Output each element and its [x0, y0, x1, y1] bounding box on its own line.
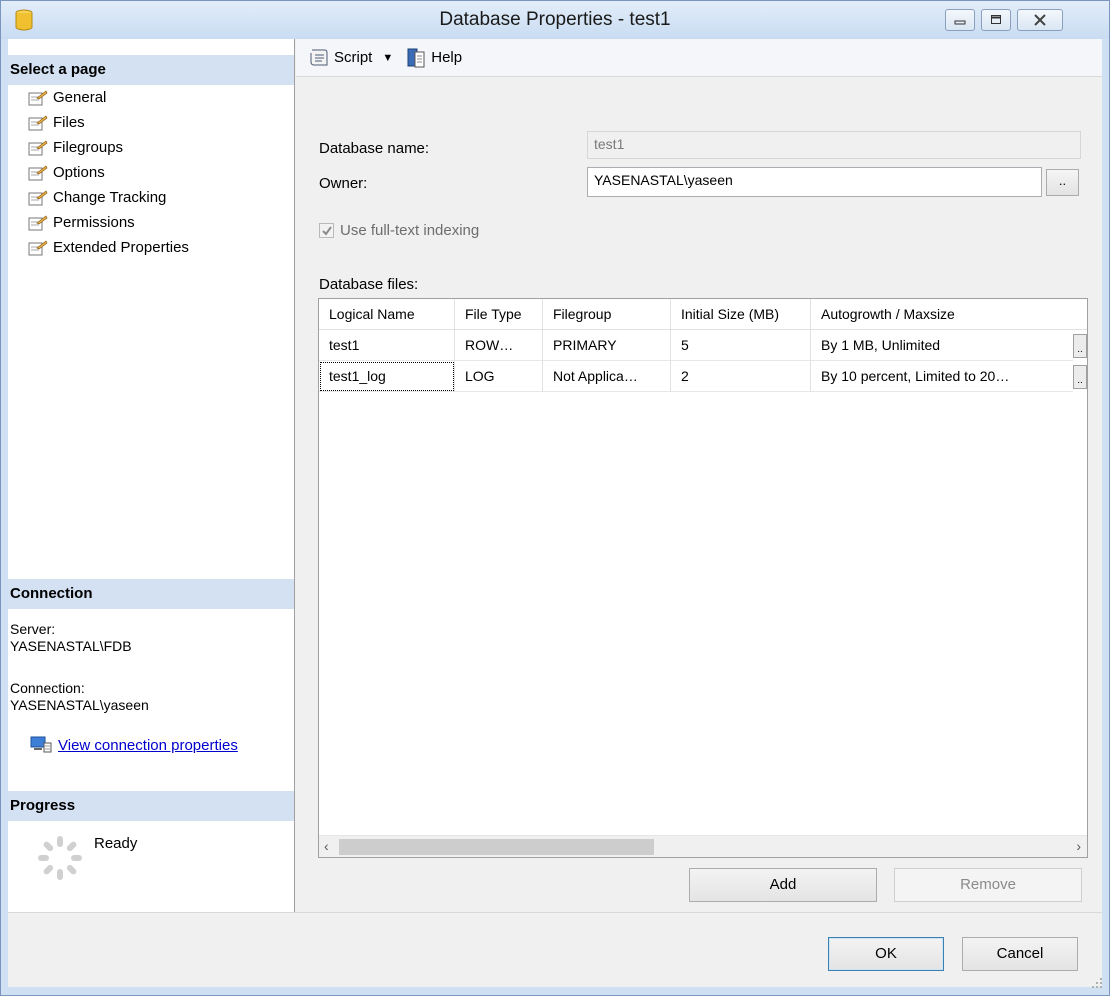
page-item-label: Files [53, 114, 85, 131]
title-bar[interactable]: Database Properties - test1 [1, 1, 1109, 39]
column-header-logical-name[interactable]: Logical Name [319, 299, 455, 330]
progress-spinner-icon [38, 836, 82, 880]
page-wrench-icon [28, 89, 48, 105]
autogrowth-edit-button[interactable]: .. [1073, 334, 1087, 358]
close-icon [1034, 14, 1046, 26]
add-button[interactable]: Add [689, 868, 877, 902]
page-item-label: Change Tracking [53, 189, 167, 206]
table-row[interactable]: test1_log LOG Not Applica… 2 By 10 perce… [319, 361, 1087, 392]
scroll-left-icon[interactable]: ‹ [324, 838, 329, 854]
connection-header: Connection [8, 579, 294, 609]
page-list: General Files Filegroups Options Change … [8, 85, 294, 260]
cell-initial-size[interactable]: 2 [671, 361, 811, 392]
autogrowth-edit-button[interactable]: .. [1073, 365, 1087, 389]
connection-value: YASENASTAL\yaseen [10, 697, 149, 713]
owner-label: Owner: [319, 175, 368, 192]
view-connection-properties-text[interactable]: View connection properties [58, 737, 238, 754]
fulltext-checkbox[interactable] [319, 223, 334, 238]
cell-autogrowth[interactable]: By 10 percent, Limited to 20… [811, 361, 1073, 392]
column-header-file-type[interactable]: File Type [455, 299, 543, 330]
page-wrench-icon [28, 189, 48, 205]
page-item-filegroups[interactable]: Filegroups [8, 135, 294, 160]
page-wrench-icon [28, 214, 48, 230]
progress-status: Ready [94, 835, 138, 852]
cell-logical-name[interactable]: test1 [319, 330, 455, 361]
help-book-icon [407, 48, 425, 67]
minimize-icon [954, 20, 966, 25]
window-title: Database Properties - test1 [439, 9, 671, 30]
page-item-label: General [53, 89, 107, 106]
page-item-label: Options [53, 164, 105, 181]
checkmark-icon [322, 226, 332, 236]
page-item-label: Permissions [53, 214, 135, 231]
page-item-permissions[interactable]: Permissions [8, 210, 294, 235]
script-button[interactable]: Script ▼ [296, 47, 393, 69]
cell-filegroup[interactable]: Not Applica… [543, 361, 671, 392]
database-name-field[interactable]: test1 [587, 131, 1081, 159]
script-label: Script [334, 49, 373, 66]
horizontal-scrollbar[interactable]: ‹ › [319, 835, 1087, 857]
page-item-change-tracking[interactable]: Change Tracking [8, 185, 294, 210]
select-page-header: Select a page [8, 55, 294, 85]
fulltext-label: Use full-text indexing [340, 222, 480, 239]
fulltext-indexing-option[interactable]: Use full-text indexing [319, 222, 479, 239]
page-wrench-icon [28, 239, 48, 255]
connection-properties-icon [30, 736, 52, 753]
owner-field[interactable]: YASENASTAL\yaseen [587, 167, 1042, 197]
page-item-files[interactable]: Files [8, 110, 294, 135]
help-button[interactable]: Help [393, 47, 462, 69]
scroll-right-icon[interactable]: › [1076, 838, 1081, 854]
cell-file-type[interactable]: ROW… [455, 330, 543, 361]
ok-button[interactable]: OK [828, 937, 944, 971]
cell-initial-size[interactable]: 5 [671, 330, 811, 361]
page-wrench-icon [28, 139, 48, 155]
column-header-autogrowth[interactable]: Autogrowth / Maxsize [811, 299, 1087, 330]
page-item-label: Extended Properties [53, 239, 189, 256]
cancel-button[interactable]: Cancel [962, 937, 1078, 971]
scrollbar-thumb[interactable] [339, 839, 654, 855]
cell-logical-name[interactable]: test1_log [319, 361, 455, 392]
page-wrench-icon [28, 164, 48, 180]
help-label: Help [431, 49, 463, 66]
server-label: Server: [10, 621, 56, 637]
progress-header: Progress [8, 791, 294, 821]
owner-browse-button[interactable]: .. [1046, 169, 1079, 196]
toolbar: Script ▼ Help [296, 39, 1102, 77]
database-name-label: Database name: [319, 140, 430, 157]
minimize-button[interactable] [945, 9, 975, 31]
grid-header-row: Logical Name File Type Filegroup Initial… [319, 299, 1087, 330]
column-header-filegroup[interactable]: Filegroup [543, 299, 671, 330]
dropdown-arrow-icon[interactable]: ▼ [382, 52, 393, 64]
left-pane: Select a page General Files Filegroups O… [8, 39, 295, 912]
script-icon [310, 49, 328, 65]
cell-filegroup[interactable]: PRIMARY [543, 330, 671, 361]
page-item-label: Filegroups [53, 139, 124, 156]
view-connection-properties-link[interactable]: View connection properties [30, 735, 238, 755]
database-files-grid: Logical Name File Type Filegroup Initial… [318, 298, 1088, 858]
table-row[interactable]: test1 ROW… PRIMARY 5 By 1 MB, Unlimited … [319, 330, 1087, 361]
page-item-extended-properties[interactable]: Extended Properties [8, 235, 294, 260]
column-header-initial-size[interactable]: Initial Size (MB) [671, 299, 811, 330]
connection-label: Connection: [10, 680, 85, 696]
remove-button[interactable]: Remove [894, 868, 1082, 902]
page-wrench-icon [28, 114, 48, 130]
maximize-icon [991, 15, 1001, 24]
database-files-label: Database files: [319, 276, 419, 293]
dialog-window: Database Properties - test1 Select a pag… [0, 0, 1110, 996]
maximize-button[interactable] [981, 9, 1011, 31]
resize-grip-icon[interactable] [1091, 977, 1103, 989]
cell-autogrowth[interactable]: By 1 MB, Unlimited [811, 330, 1073, 361]
page-item-options[interactable]: Options [8, 160, 294, 185]
close-button[interactable] [1017, 9, 1063, 31]
server-value: YASENASTAL\FDB [10, 638, 132, 654]
page-item-general[interactable]: General [8, 85, 294, 110]
cell-file-type[interactable]: LOG [455, 361, 543, 392]
